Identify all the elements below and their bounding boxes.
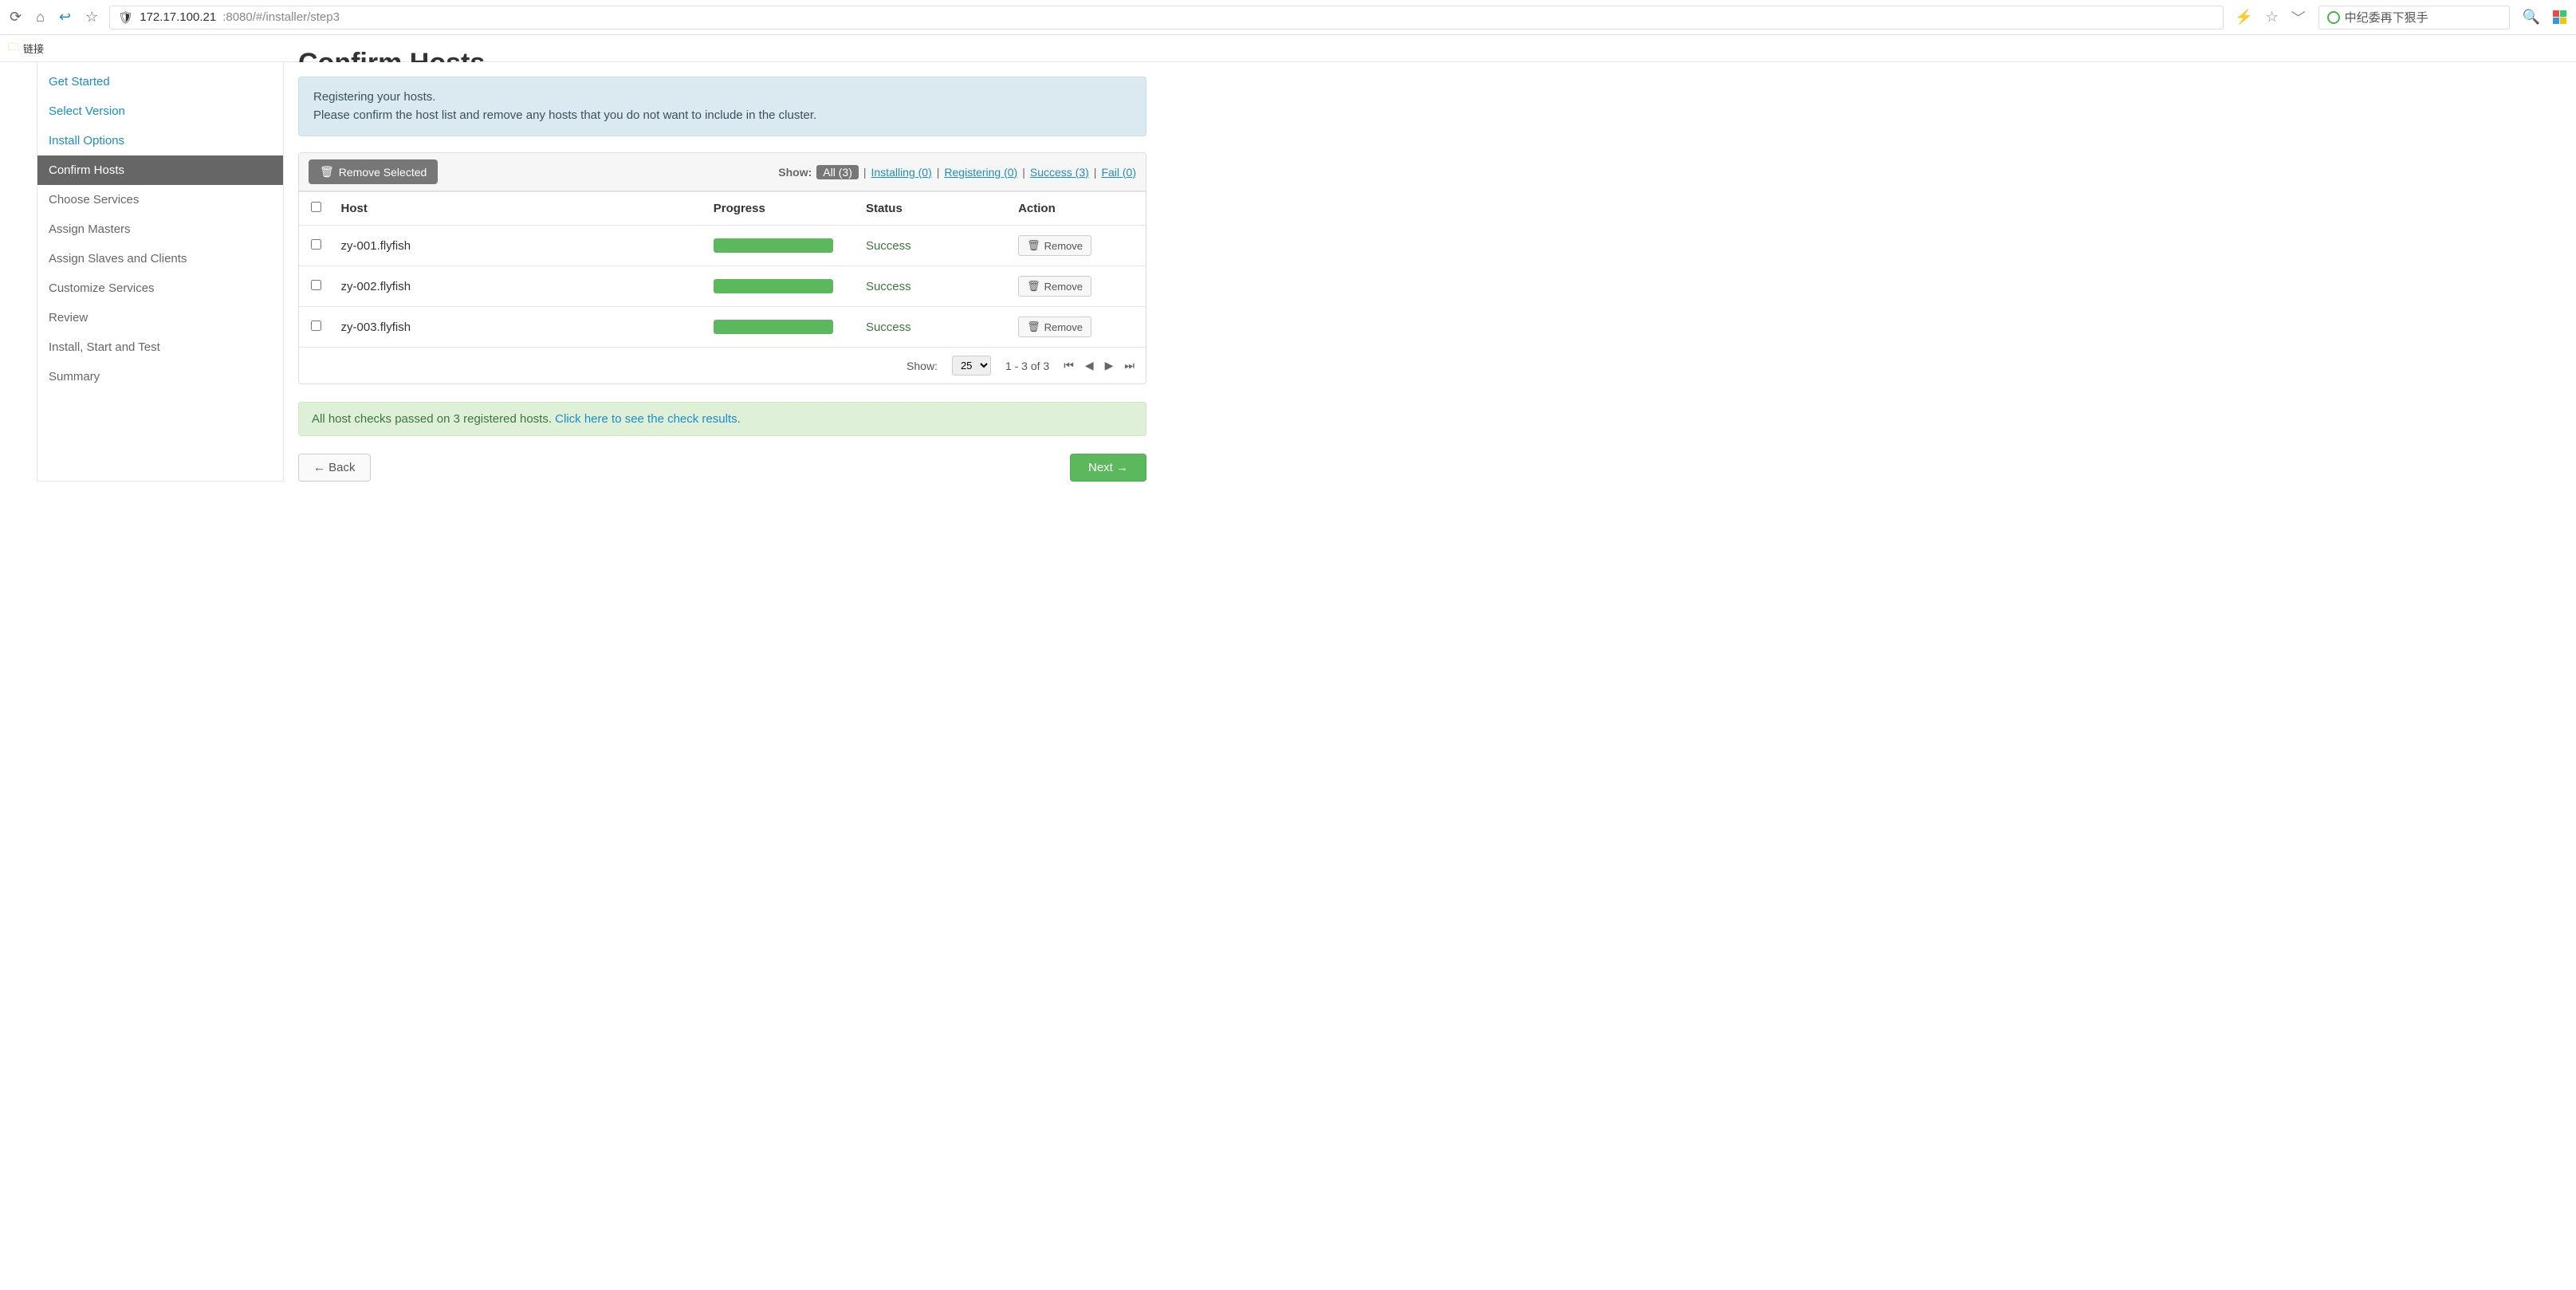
page-title: Confirm Hosts (298, 48, 1146, 62)
page-range: 1 - 3 of 3 (1005, 360, 1049, 372)
page-next-icon[interactable]: ▶ (1105, 359, 1114, 372)
page-first-icon[interactable]: ⏮ (1064, 359, 1074, 372)
main-content: Confirm Hosts Registering your hosts. Pl… (284, 62, 1161, 482)
trash-icon: 🗑 (320, 165, 334, 179)
banner-line: Please confirm the host list and remove … (313, 107, 1131, 125)
check-results-link[interactable]: Click here to see the check results (555, 412, 737, 426)
table-row: zy-003.flyfish Success 🗑Remove (299, 307, 1146, 348)
host-check-alert: All host checks passed on 3 registered h… (298, 402, 1146, 436)
sidebar-item-7: Customize Services (37, 273, 283, 303)
folder-icon: 🗀 (8, 40, 18, 57)
chevron-down-icon[interactable]: ﹀ (2291, 7, 2306, 28)
sidebar-item-5: Assign Masters (37, 214, 283, 244)
banner-line: Registering your hosts. (313, 88, 1131, 107)
filter-registering[interactable]: Registering (0) (944, 166, 1017, 179)
bookmark-item[interactable]: 链接 (23, 41, 44, 56)
filter-installing[interactable]: Installing (0) (871, 166, 932, 179)
search-icon[interactable]: 🔍 (2523, 9, 2540, 26)
host-cell: zy-001.flyfish (333, 226, 706, 266)
alert-suffix: . (737, 412, 741, 426)
progress-bar (714, 279, 833, 293)
flash-icon[interactable]: ⚡ (2235, 9, 2252, 26)
status-cell: Success (858, 226, 1010, 266)
star-icon[interactable]: ☆ (2265, 9, 2278, 26)
search-text: 中纪委再下狠手 (2345, 9, 2429, 26)
table-row: zy-002.flyfish Success 🗑Remove (299, 266, 1146, 307)
trash-icon: 🗑 (1027, 280, 1040, 293)
header-action: Action (1010, 192, 1146, 226)
select-all-checkbox[interactable] (311, 202, 321, 212)
host-cell: zy-002.flyfish (333, 266, 706, 307)
info-banner: Registering your hosts. Please confirm t… (298, 77, 1146, 136)
home-icon[interactable]: ⌂ (36, 9, 45, 26)
sidebar-item-2[interactable]: Install Options (37, 126, 283, 155)
hosts-table-wrap: 🗑 Remove Selected Show: All (3) | Instal… (298, 152, 1146, 384)
browser-search[interactable]: 中纪委再下狠手 (2318, 6, 2510, 29)
trash-icon: 🗑 (1027, 321, 1040, 333)
page-last-icon[interactable]: ⏭ (1124, 359, 1135, 372)
url-host: 172.17.100.21 (140, 10, 216, 24)
sidebar-item-1[interactable]: Select Version (37, 96, 283, 126)
status-cell: Success (858, 307, 1010, 348)
status-cell: Success (858, 266, 1010, 307)
filter-all[interactable]: All (3) (816, 165, 859, 179)
sidebar-item-4: Choose Services (37, 185, 283, 214)
favorite-icon[interactable]: ☆ (85, 9, 98, 26)
page-prev-icon[interactable]: ◀ (1085, 359, 1094, 372)
filter-success[interactable]: Success (3) (1030, 166, 1089, 179)
browser-chrome: ⟳ ⌂ ↩ ☆ 🛡 172.17.100.21 :8080/#/installer… (0, 0, 2576, 35)
alert-text: All host checks passed on 3 registered h… (312, 412, 555, 426)
row-checkbox[interactable] (311, 280, 321, 290)
back-button[interactable]: ← Back (298, 454, 371, 482)
row-checkbox[interactable] (311, 239, 321, 250)
header-status: Status (858, 192, 1010, 226)
sidebar-item-9: Install, Start and Test (37, 332, 283, 362)
sidebar-item-3[interactable]: Confirm Hosts (37, 155, 283, 185)
sidebar-item-0[interactable]: Get Started (37, 67, 283, 96)
progress-bar (714, 238, 833, 253)
apps-icon[interactable] (2553, 10, 2566, 24)
hosts-table: Host Progress Status Action zy-001.flyfi… (299, 191, 1146, 347)
url-path: :8080/#/installer/step3 (222, 10, 340, 24)
filter-bar: Show: All (3) | Installing (0) | Registe… (778, 165, 1136, 179)
sidebar-item-8: Review (37, 303, 283, 332)
header-progress: Progress (706, 192, 858, 226)
header-host: Host (333, 192, 706, 226)
show-label: Show: (778, 166, 812, 179)
sidebar-item-10: Summary (37, 362, 283, 391)
table-footer: Show: 25 1 - 3 of 3 ⏮ ◀ ▶ ⏭ (299, 347, 1146, 383)
search-provider-icon (2327, 11, 2340, 24)
filter-fail[interactable]: Fail (0) (1101, 166, 1136, 179)
page-size-select[interactable]: 25 (952, 356, 991, 376)
table-row: zy-001.flyfish Success 🗑Remove (299, 226, 1146, 266)
remove-row-button[interactable]: 🗑Remove (1018, 235, 1091, 256)
remove-selected-label: Remove Selected (339, 166, 427, 179)
footer-show-label: Show: (907, 360, 938, 372)
row-checkbox[interactable] (311, 321, 321, 331)
table-toolbar: 🗑 Remove Selected Show: All (3) | Instal… (299, 153, 1146, 191)
reload-icon[interactable]: ⟳ (10, 9, 22, 26)
url-bar[interactable]: 🛡 172.17.100.21 :8080/#/installer/step3 (109, 6, 2224, 29)
remove-row-button[interactable]: 🗑Remove (1018, 317, 1091, 337)
progress-bar (714, 320, 833, 334)
sidebar-item-6: Assign Slaves and Clients (37, 244, 283, 273)
trash-icon: 🗑 (1027, 239, 1040, 252)
remove-selected-button[interactable]: 🗑 Remove Selected (309, 159, 438, 184)
remove-row-button[interactable]: 🗑Remove (1018, 276, 1091, 297)
host-cell: zy-003.flyfish (333, 307, 706, 348)
next-button[interactable]: Next → (1070, 454, 1146, 482)
wizard-footer: ← Back Next → (298, 454, 1146, 482)
back-icon[interactable]: ↩ (59, 9, 71, 26)
wizard-sidebar: Get StartedSelect VersionInstall Options… (37, 62, 284, 482)
shield-icon: 🛡 (118, 10, 133, 25)
